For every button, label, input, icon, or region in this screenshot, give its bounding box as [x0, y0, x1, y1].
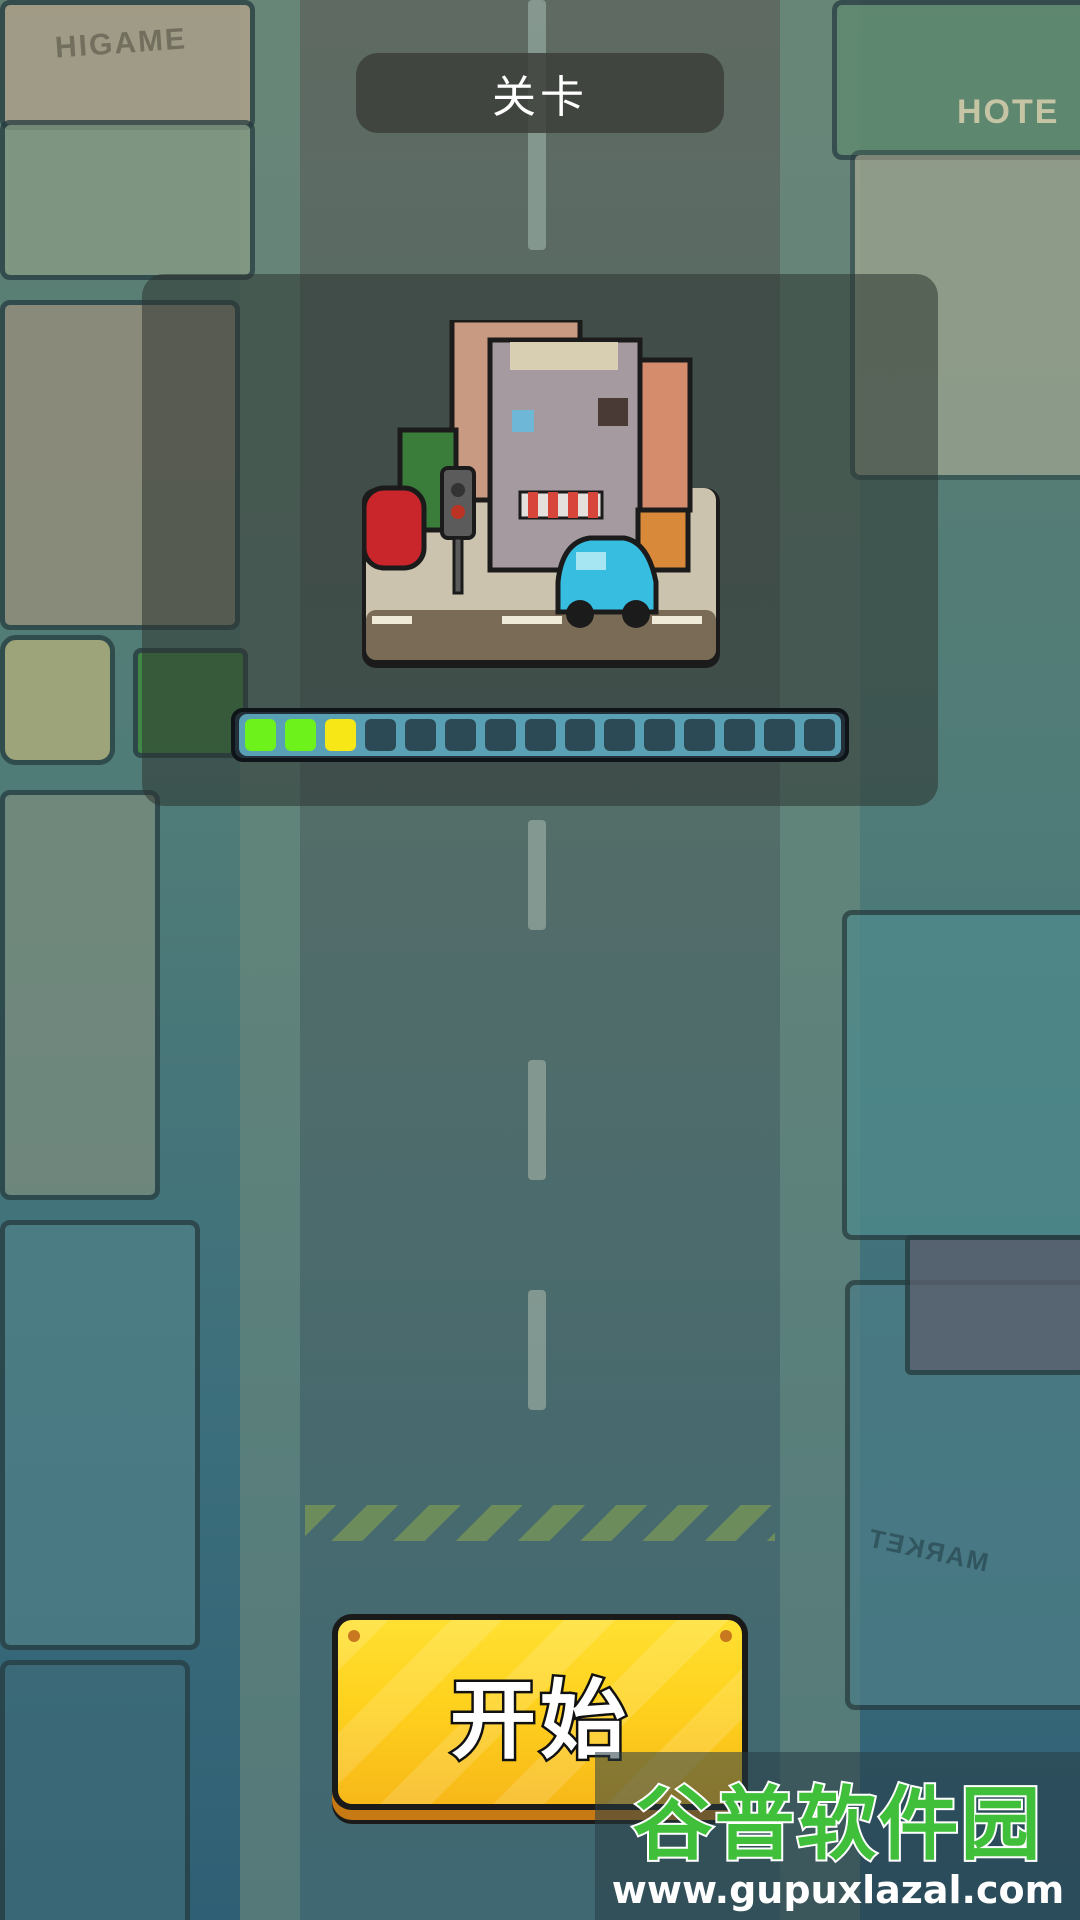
progress-segment-locked — [404, 719, 436, 751]
watermark-title: 谷普软件园 — [631, 1776, 1043, 1873]
progress-segment-completed — [284, 719, 316, 751]
shop-front — [0, 120, 255, 280]
lane-marking — [528, 1060, 546, 1180]
progress-segment-locked — [644, 719, 676, 751]
market-sign: MARKET — [864, 1522, 992, 1578]
lane-marking — [528, 1290, 546, 1410]
progress-segment-current — [324, 719, 356, 751]
shop-building: HIGAME — [0, 0, 255, 130]
hotel-sign: HOTE — [957, 93, 1060, 131]
bus — [0, 635, 115, 765]
ruined-building-left — [0, 1220, 200, 1650]
level-title: 关卡 — [356, 53, 724, 133]
level-progress-bar — [231, 708, 849, 762]
rivet-icon — [348, 1630, 360, 1642]
progress-segment-completed — [245, 719, 276, 751]
progress-segment-locked — [364, 719, 396, 751]
progress-segment-locked — [564, 719, 596, 751]
progress-track — [239, 714, 841, 756]
shop-sign: HIGAME — [53, 22, 188, 65]
progress-segment-locked — [444, 719, 476, 751]
hotel-building: HOTE — [832, 0, 1080, 160]
progress-segment-locked — [684, 719, 716, 751]
progress-segment-locked — [764, 719, 796, 751]
hazard-stripe — [305, 1505, 775, 1541]
ruined-building-right — [842, 910, 1080, 1240]
building-left — [0, 790, 160, 1200]
progress-segment-locked — [724, 719, 756, 751]
progress-segment-locked — [804, 719, 836, 751]
watermark-url: www.gupuxlazal.com — [611, 1868, 1065, 1912]
progress-segment-locked — [524, 719, 556, 751]
lane-marking — [528, 820, 546, 930]
building-bottom-left — [0, 1660, 190, 1920]
rivet-icon — [720, 1630, 732, 1642]
level-preview-image — [362, 320, 720, 668]
progress-segment-locked — [604, 719, 636, 751]
progress-segment-locked — [484, 719, 516, 751]
house-roof — [905, 1235, 1080, 1375]
